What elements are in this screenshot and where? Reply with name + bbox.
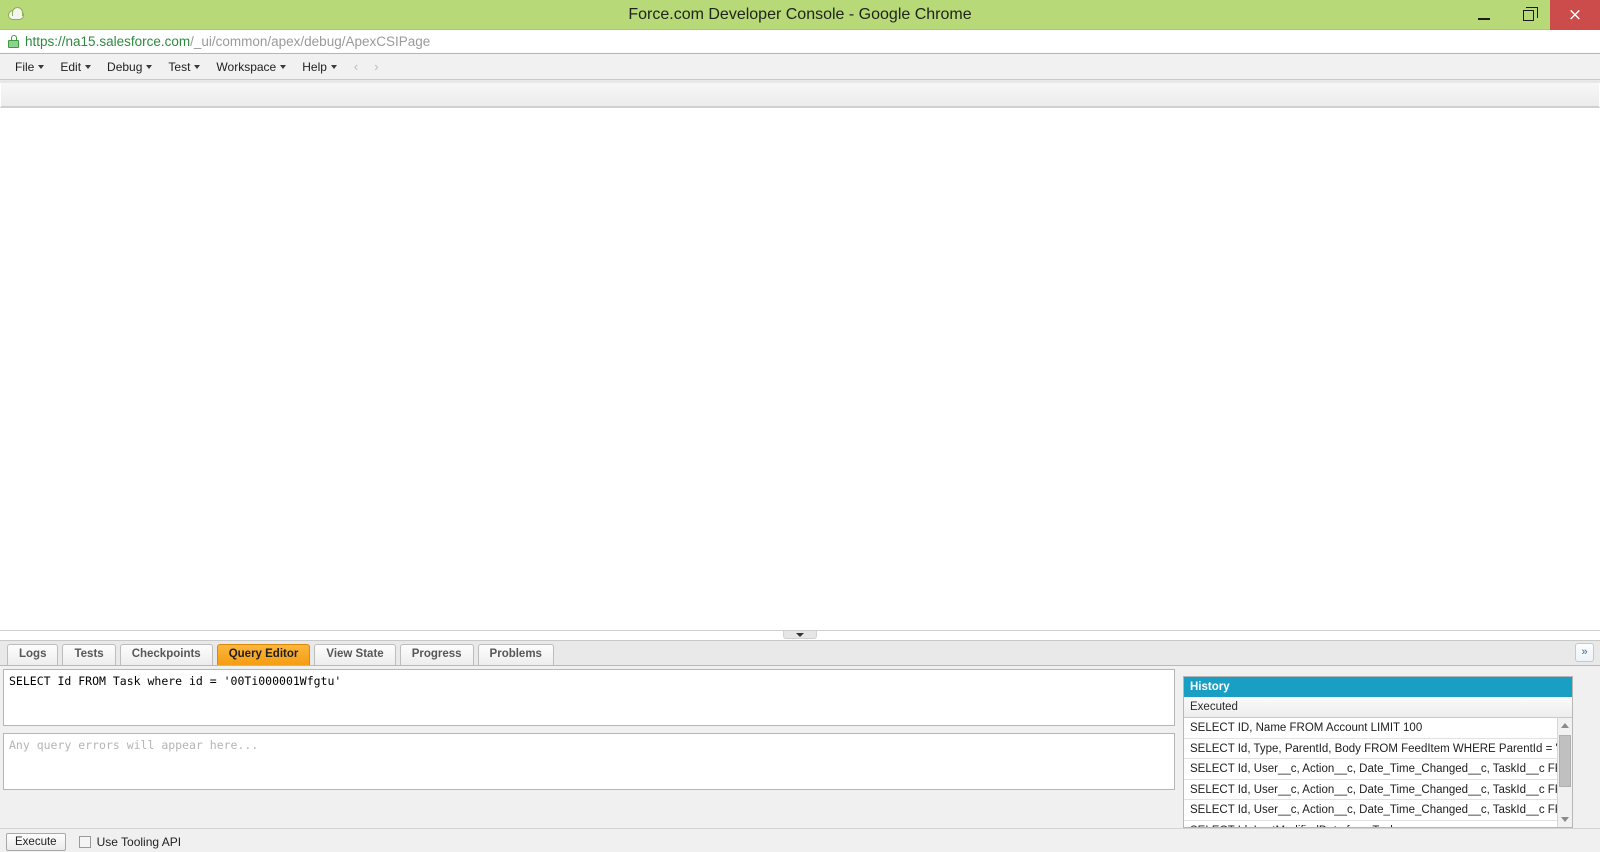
nav-back-icon[interactable]: ‹: [346, 59, 366, 74]
panel-splitter[interactable]: [0, 631, 1600, 640]
query-input[interactable]: SELECT Id FROM Task where id = '00Ti0000…: [3, 669, 1175, 726]
menu-item-debug[interactable]: Debug: [100, 57, 159, 77]
panel-tabbar: Logs Tests Checkpoints Query Editor View…: [0, 641, 1600, 666]
close-button[interactable]: ×: [1550, 0, 1600, 30]
maximize-icon: [1522, 6, 1538, 21]
history-title: History: [1184, 677, 1572, 697]
tab-logs[interactable]: Logs: [7, 644, 59, 665]
bottom-panel: Logs Tests Checkpoints Query Editor View…: [0, 640, 1600, 852]
menu-label: Help: [302, 59, 327, 74]
tab-checkpoints[interactable]: Checkpoints: [119, 644, 213, 665]
url-scheme: https://: [25, 34, 66, 49]
scrollbar-track[interactable]: [1558, 733, 1572, 812]
window-titlebar: Force.com Developer Console - Google Chr…: [0, 0, 1600, 30]
history-scrollbar[interactable]: [1557, 718, 1572, 827]
history-row[interactable]: SELECT Id, User__c, Action__c, Date_Time…: [1184, 780, 1557, 800]
menu-item-edit[interactable]: Edit: [53, 57, 98, 77]
history-panel: History Executed SELECT ID, Name FROM Ac…: [1183, 676, 1573, 828]
use-tooling-api-checkbox[interactable]: [78, 836, 91, 848]
editor-workspace[interactable]: [0, 107, 1600, 631]
history-row[interactable]: SELECT Id, Type, ParentId, Body FROM Fee…: [1184, 739, 1557, 759]
menu-label: Debug: [107, 59, 143, 74]
collapse-triangle-icon: [796, 632, 804, 637]
tab-label: Logs: [19, 648, 47, 660]
salesforce-cloud-icon: [6, 4, 28, 26]
query-errors-area[interactable]: Any query errors will appear here...: [3, 733, 1175, 790]
url-path: /_ui/common/apex/debug/ApexCSIPage: [190, 34, 431, 49]
caret-down-icon: [1561, 817, 1569, 822]
chevron-down-icon: [280, 65, 287, 70]
scroll-down-button[interactable]: [1558, 812, 1572, 827]
address-bar[interactable]: https://na15.salesforce.com/_ui/common/a…: [0, 30, 1600, 54]
tab-label: Checkpoints: [131, 648, 201, 660]
tab-query-editor[interactable]: Query Editor: [216, 644, 311, 665]
url-host: na15.salesforce.com: [65, 34, 191, 49]
chevron-down-icon: [85, 65, 92, 70]
splitter-handle[interactable]: [783, 631, 817, 639]
menu-item-workspace[interactable]: Workspace: [209, 57, 293, 77]
tab-label: Query Editor: [228, 648, 299, 660]
tab-label: Problems: [489, 648, 542, 660]
scrollbar-thumb[interactable]: [1559, 735, 1571, 787]
menu-item-help[interactable]: Help: [295, 57, 344, 77]
history-row[interactable]: SELECT Id, User__c, Action__c, Date_Time…: [1184, 759, 1557, 780]
toolbar-strip: [1, 83, 1599, 107]
panel-footer: Execute Use Tooling API: [0, 828, 1600, 852]
menu-label: File: [15, 59, 35, 74]
scroll-up-button[interactable]: [1558, 718, 1572, 733]
query-editor-column: SELECT Id FROM Task where id = '00Ti0000…: [3, 669, 1175, 828]
minimize-button[interactable]: [1462, 0, 1506, 30]
chevron-down-icon: [38, 65, 45, 70]
history-row[interactable]: SELECT Id, User__c, Action__c, Date_Time…: [1184, 800, 1557, 821]
menu-item-file[interactable]: File: [8, 57, 51, 77]
use-tooling-api-control[interactable]: Use Tooling API: [78, 835, 182, 849]
tab-progress[interactable]: Progress: [399, 644, 474, 665]
editor-gap: [3, 726, 1175, 733]
window-title: Force.com Developer Console - Google Chr…: [628, 5, 972, 23]
close-icon: ×: [1567, 4, 1583, 25]
app-menubar: File Edit Debug Test Workspace Help ‹ ›: [0, 54, 1600, 80]
tab-tests[interactable]: Tests: [62, 644, 116, 665]
tab-label: Progress: [411, 648, 462, 660]
execute-button[interactable]: Execute: [6, 833, 66, 851]
tab-view-state[interactable]: View State: [314, 644, 396, 665]
maximize-button[interactable]: [1506, 0, 1550, 30]
panel-collapse-button[interactable]: »: [1575, 643, 1594, 662]
lock-icon: [8, 35, 19, 48]
history-row[interactable]: SELECT Id, LastModifiedDate from Task: [1184, 821, 1557, 828]
tab-label: View State: [326, 648, 384, 660]
chevron-down-icon: [146, 65, 153, 70]
menu-label: Edit: [60, 59, 82, 74]
caret-up-icon: [1561, 723, 1569, 728]
use-tooling-api-label: Use Tooling API: [96, 835, 182, 849]
history-row[interactable]: SELECT ID, Name FROM Account LIMIT 100: [1184, 718, 1557, 739]
chevron-double-down-icon: »: [1581, 646, 1588, 658]
menu-item-test[interactable]: Test: [161, 57, 207, 77]
history-list: SELECT ID, Name FROM Account LIMIT 100 S…: [1184, 718, 1557, 827]
chevron-down-icon: [194, 65, 201, 70]
menu-label: Workspace: [216, 59, 277, 74]
menu-label: Test: [168, 59, 191, 74]
history-list-wrapper: SELECT ID, Name FROM Account LIMIT 100 S…: [1184, 718, 1572, 827]
minimize-icon: [1478, 18, 1490, 20]
chevron-down-icon: [330, 65, 337, 70]
window-controls: ×: [1462, 0, 1600, 30]
panel-body: SELECT Id FROM Task where id = '00Ti0000…: [0, 666, 1600, 828]
tab-problems[interactable]: Problems: [477, 644, 554, 665]
nav-forward-icon[interactable]: ›: [366, 59, 386, 74]
history-column-header-executed[interactable]: Executed: [1184, 697, 1572, 718]
tab-label: Tests: [74, 648, 104, 660]
